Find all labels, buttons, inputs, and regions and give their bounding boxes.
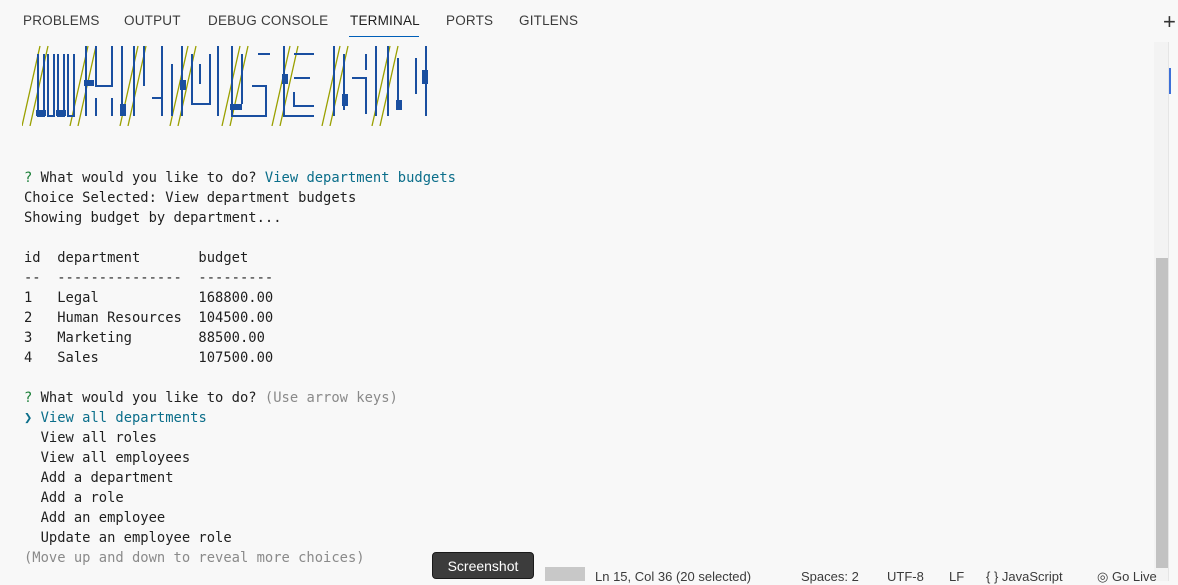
menu-option[interactable]: Add an employee	[24, 508, 1154, 528]
status-encoding[interactable]: UTF-8	[887, 569, 924, 584]
prompt-question: What would you like to do?	[32, 390, 265, 406]
status-cursor-position[interactable]: Ln 15, Col 36 (20 selected)	[595, 569, 751, 584]
tab-output[interactable]: OUTPUT	[124, 13, 181, 28]
status-item-highlight[interactable]	[545, 567, 585, 581]
output-line: Choice Selected: View department budgets	[24, 190, 357, 206]
table-separator: -- --------------- ---------	[24, 270, 274, 286]
tab-debug-console[interactable]: DEBUG CONSOLE	[208, 13, 328, 28]
status-indentation[interactable]: Spaces: 2	[801, 569, 859, 584]
status-bar: Ln 15, Col 36 (20 selected) Spaces: 2 UT…	[0, 567, 1178, 584]
minimap-edge	[1168, 42, 1178, 581]
more-choices-hint: (Move up and down to reveal more choices…	[24, 550, 365, 566]
table-row: 2 Human Resources 104500.00	[24, 310, 274, 326]
menu-option[interactable]: Add a role	[24, 488, 1154, 508]
status-go-live[interactable]: ◎ Go Live	[1097, 569, 1157, 585]
menu-option-selected[interactable]: ❯ View all departments	[24, 408, 1154, 428]
pointer-icon: ❯	[24, 410, 41, 426]
tab-problems[interactable]: PROBLEMS	[23, 13, 100, 28]
menu-option-label: View all departments	[40, 410, 207, 426]
table-row: 3 Marketing 88500.00	[24, 330, 265, 346]
tab-terminal[interactable]: TERMINAL	[350, 13, 420, 28]
prompt-question: What would you like to do?	[32, 170, 265, 186]
output-line: Showing budget by department...	[24, 210, 282, 226]
prompt-line-1: ? What would you like to do? View depart…	[24, 168, 1154, 188]
active-tab-indicator	[349, 36, 419, 37]
scrollbar-thumb[interactable]	[1156, 258, 1168, 568]
menu-option[interactable]: View all roles	[24, 428, 1154, 448]
table-row: 4 Sales 107500.00	[24, 350, 274, 366]
prompt-line-2: ? What would you like to do? (Use arrow …	[24, 388, 1154, 408]
prompt-hint: (Use arrow keys)	[264, 390, 398, 406]
plus-icon[interactable]: +	[1163, 9, 1176, 35]
menu-option[interactable]: View all employees	[24, 448, 1154, 468]
terminal-output[interactable]: ? What would you like to do? View depart…	[24, 168, 1154, 568]
screenshot-tooltip: Screenshot	[432, 552, 534, 579]
panel-tabbar: PROBLEMS OUTPUT DEBUG CONSOLE TERMINAL P…	[0, 0, 1178, 42]
ascii-art-banner	[22, 45, 428, 126]
minimap-marker	[1169, 68, 1171, 94]
table-row: 1 Legal 168800.00	[24, 290, 274, 306]
status-eol[interactable]: LF	[949, 569, 964, 584]
tab-gitlens[interactable]: GITLENS	[519, 13, 578, 28]
prompt-answer: View department budgets	[264, 170, 456, 186]
table-header: id department budget	[24, 250, 249, 266]
tab-ports[interactable]: PORTS	[446, 13, 493, 28]
menu-option[interactable]: Add a department	[24, 468, 1154, 488]
status-language[interactable]: { } JavaScript	[986, 569, 1063, 584]
menu-option[interactable]: Update an employee role	[24, 528, 1154, 548]
